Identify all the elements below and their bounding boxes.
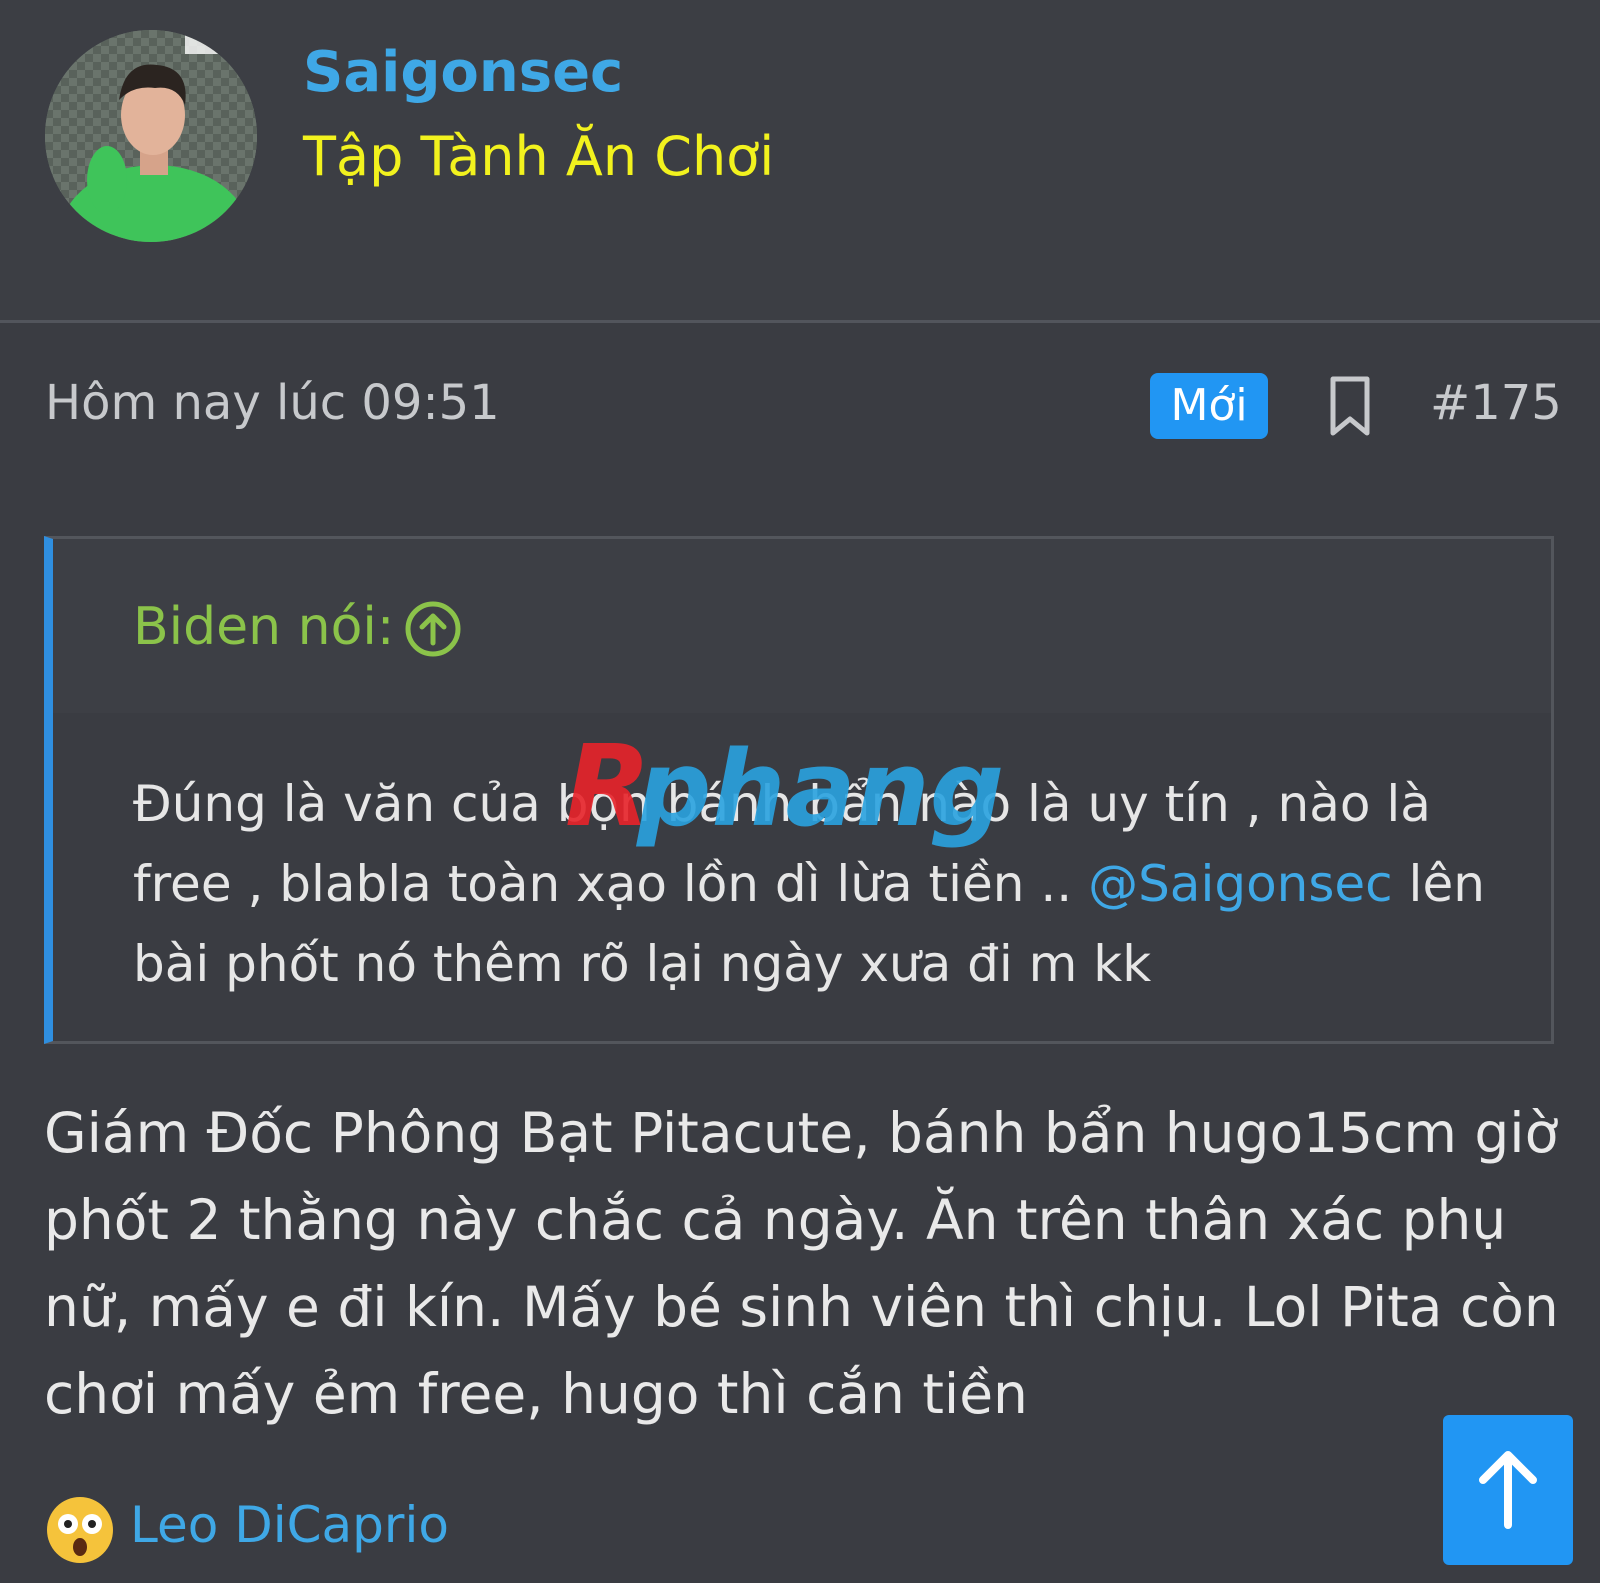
bookmark-icon[interactable] [1325, 373, 1375, 439]
quote-author[interactable]: Biden nói: [133, 597, 394, 657]
user-title: Tập Tành Ăn Chơi [303, 125, 775, 188]
arrow-up-icon [1479, 1451, 1537, 1529]
avatar[interactable] [45, 30, 257, 242]
quote-text: Đúng là văn của bọn bánh bẩn nào là uy t… [133, 764, 1533, 1004]
arrow-up-circle-icon[interactable] [403, 599, 463, 659]
quote-block: Biden nói: Đúng là văn của bọn bánh bẩn … [44, 536, 1554, 1044]
mention-link[interactable]: @Saigonsec [1088, 855, 1393, 913]
user-header: Saigonsec Tập Tành Ăn Chơi [0, 0, 1600, 323]
reaction-user[interactable]: Leo DiCaprio [130, 1496, 449, 1554]
new-badge: Mới [1150, 373, 1268, 439]
post-date[interactable]: Hôm nay lúc 09:51 [45, 375, 500, 431]
astonished-face-emoji[interactable] [44, 1494, 116, 1566]
username[interactable]: Saigonsec [303, 40, 623, 105]
scroll-to-top-button[interactable] [1443, 1415, 1573, 1565]
post-body: Giám Đốc Phông Bạt Pitacute, bánh bẩn hu… [44, 1101, 1559, 1426]
post-number[interactable]: #175 [1430, 375, 1562, 431]
